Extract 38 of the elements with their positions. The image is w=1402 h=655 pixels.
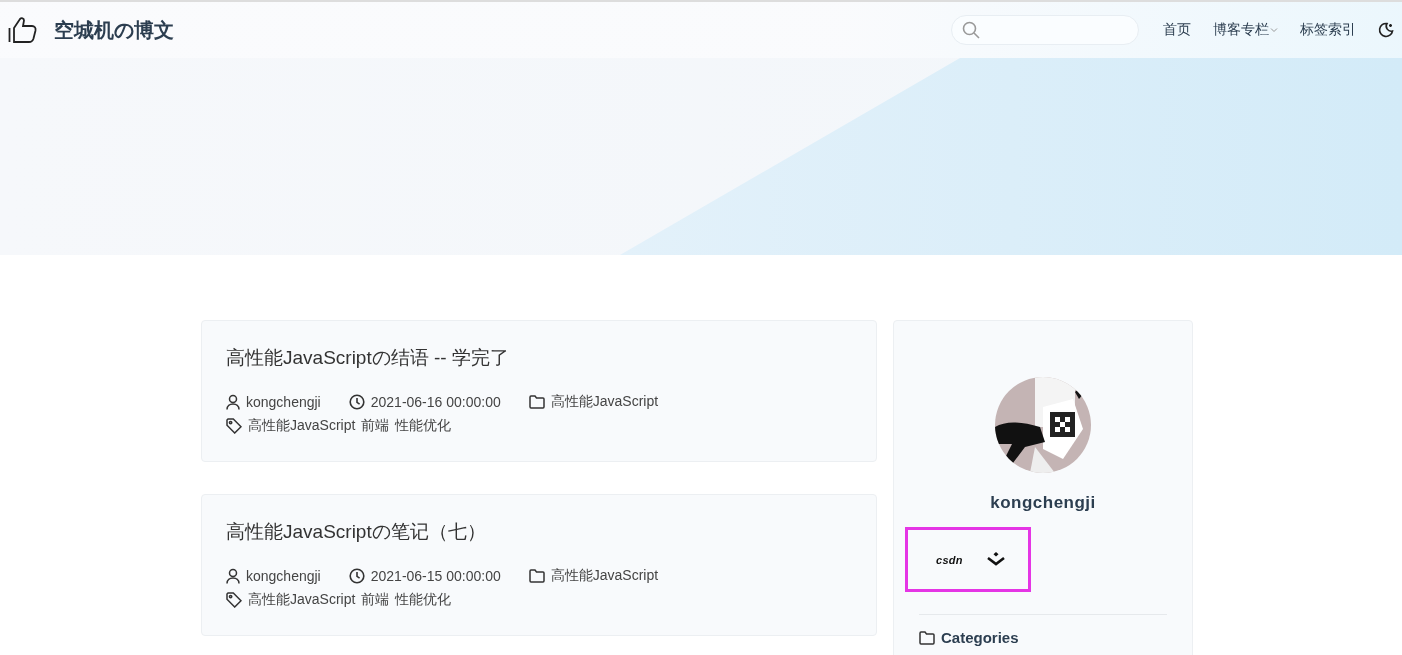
post-tag[interactable]: 性能优化 — [395, 591, 452, 609]
post-date: 2021-06-16 00:00:00 — [370, 394, 501, 410]
diamond-chevron-icon[interactable] — [986, 551, 1005, 568]
nav-link[interactable]: 首页 — [1163, 21, 1191, 39]
post-card[interactable]: 高性能JavaScriptの结语 -- 学完了 kongchengji 2021-06-16 00:00:00 高性能JavaScript 高性能JavaScript 前端 性能优化 — [201, 320, 877, 462]
post-tag[interactable]: 前端 — [361, 591, 390, 609]
clock-icon — [348, 568, 365, 584]
csdn-link[interactable]: csdn — [936, 553, 963, 566]
folder-icon — [919, 630, 935, 645]
folder-icon — [528, 569, 545, 583]
post-author: kongchengji — [246, 394, 321, 410]
section-title: Categories — [941, 629, 1019, 646]
tag-icon — [226, 592, 242, 608]
clock-icon — [348, 394, 365, 410]
post-tag[interactable]: 高性能JavaScript — [248, 417, 356, 435]
post-date: 2021-06-15 00:00:00 — [370, 568, 501, 584]
nav-link[interactable]: 标签索引 — [1300, 21, 1356, 39]
caret-icon — [1270, 27, 1278, 33]
post-category[interactable]: 高性能JavaScript — [550, 393, 659, 411]
post-card[interactable]: 高性能JavaScriptの笔记（七） kongchengji 2021-06-15 00:00:00 高性能JavaScript 高性能JavaScript 前端 性能优化 — [201, 494, 877, 636]
post-category[interactable]: 高性能JavaScript — [550, 567, 659, 585]
post-tag[interactable]: 高性能JavaScript — [248, 591, 356, 609]
nav-link[interactable]: 博客专栏 — [1213, 21, 1278, 39]
post-tag[interactable]: 前端 — [361, 417, 390, 435]
user-icon — [226, 394, 240, 410]
folder-icon — [528, 395, 545, 409]
post-author: kongchengji — [246, 568, 321, 584]
profile-name: kongchengji — [990, 493, 1096, 513]
search-field[interactable] — [951, 15, 1139, 45]
moon-icon[interactable] — [1378, 22, 1394, 38]
post-title[interactable]: 高性能JavaScriptの结语 -- 学完了 — [226, 345, 852, 371]
thumbs-up-icon[interactable] — [8, 16, 38, 44]
search-icon — [962, 21, 980, 39]
tag-icon — [226, 418, 242, 434]
post-tag[interactable]: 性能优化 — [395, 417, 452, 435]
user-icon — [226, 568, 240, 584]
site-title[interactable]: 空城机の博文 — [54, 16, 174, 44]
post-title[interactable]: 高性能JavaScriptの笔记（七） — [226, 519, 852, 545]
